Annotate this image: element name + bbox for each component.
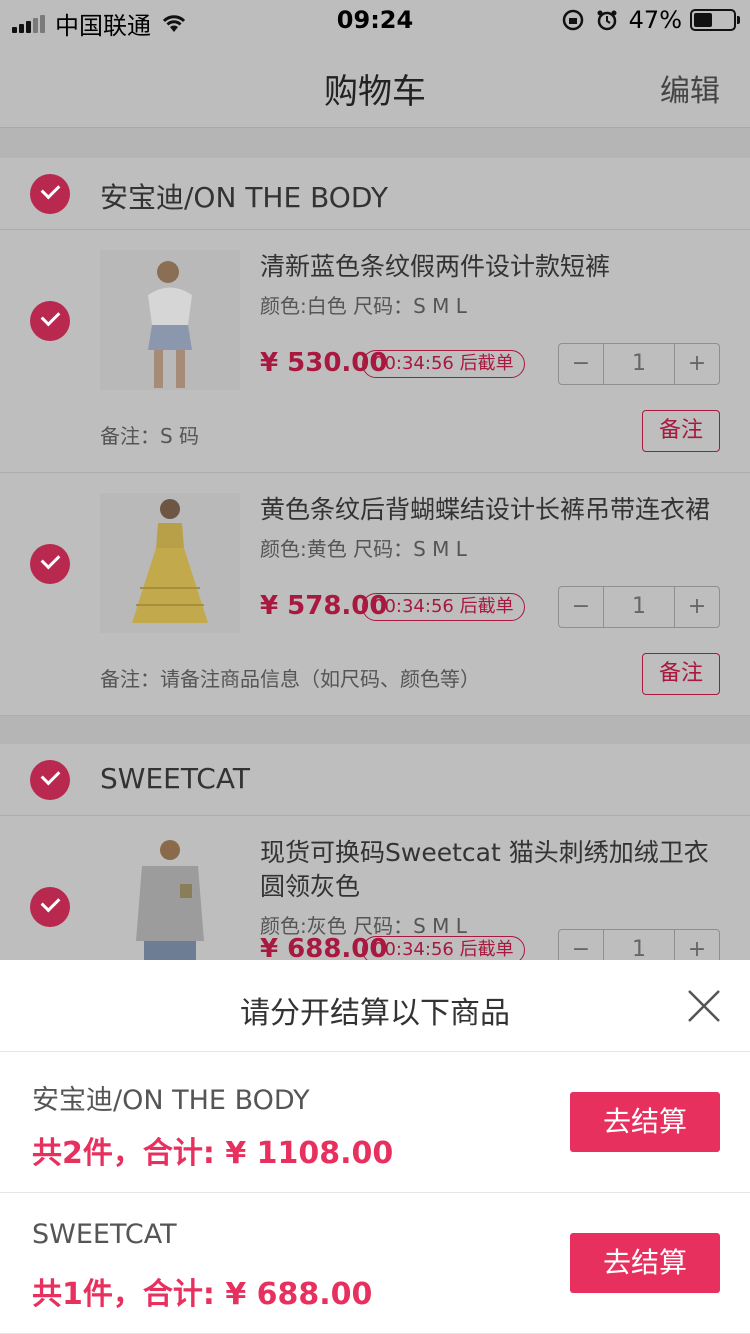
checkout-button[interactable]: 去结算: [570, 1092, 720, 1152]
product-title[interactable]: 黄色条纹后背蝴蝶结设计长裤吊带连衣裙: [260, 493, 720, 527]
quantity-stepper: − 1 +: [558, 586, 720, 628]
increase-button[interactable]: +: [675, 344, 719, 384]
checkout-row: SWEETCAT 共1件，合计: ¥ 688.00 去结算: [0, 1193, 750, 1334]
orientation-lock-icon: [562, 9, 583, 31]
page-title: 购物车: [324, 72, 426, 112]
note-button[interactable]: 备注: [642, 410, 720, 452]
shop-name: SWEETCAT: [100, 762, 250, 795]
quantity-value[interactable]: 1: [603, 344, 675, 384]
quantity-value[interactable]: 1: [603, 587, 675, 627]
product-attributes: 颜色:白色 尺码：S M L: [260, 294, 467, 318]
deadline-badge: 00:34:56 后截单: [362, 593, 525, 621]
sheet-title: 请分开结算以下商品: [240, 996, 510, 1031]
edit-button[interactable]: 编辑: [660, 66, 720, 110]
product-title[interactable]: 清新蓝色条纹假两件设计款短裤: [260, 250, 720, 284]
close-icon[interactable]: [686, 988, 722, 1024]
shop-header: SWEETCAT: [0, 744, 750, 816]
product-image[interactable]: [100, 493, 240, 633]
shop-select-checkbox[interactable]: [30, 760, 70, 800]
product-title[interactable]: 现货可换码Sweetcat 猫头刺绣加绒卫衣圆领灰色: [260, 836, 720, 904]
sheet-header: 请分开结算以下商品: [0, 960, 750, 1052]
item-note: 备注：S 码: [100, 424, 200, 448]
cart-item: 黄色条纹后背蝴蝶结设计长裤吊带连衣裙 颜色:黄色 尺码：S M L ¥ 578.…: [0, 473, 750, 716]
item-select-checkbox[interactable]: [30, 887, 70, 927]
increase-button[interactable]: +: [675, 587, 719, 627]
checkout-total: 共2件，合计: ¥ 1108.00: [32, 1136, 394, 1171]
item-note: 备注：请备注商品信息（如尺码、颜色等）: [100, 667, 480, 691]
deadline-badge: 00:34:56 后截单: [362, 350, 525, 378]
checkout-shop-name: SWEETCAT: [32, 1219, 177, 1250]
battery-icon: [690, 9, 740, 31]
checkout-row: 安宝迪/ON THE BODY 共2件，合计: ¥ 1108.00 去结算: [0, 1052, 750, 1193]
shop-section: 安宝迪/ON THE BODY 清新蓝色条纹假两件设计款短裤 颜色:白色 尺码：…: [0, 158, 750, 746]
shop-select-checkbox[interactable]: [30, 174, 70, 214]
item-select-checkbox[interactable]: [30, 544, 70, 584]
status-bar: 中国联通 09:24 47%: [0, 0, 750, 40]
section-gap: [0, 128, 750, 158]
note-button[interactable]: 备注: [642, 653, 720, 695]
quantity-stepper: − 1 +: [558, 343, 720, 385]
checkout-sheet: 请分开结算以下商品 安宝迪/ON THE BODY 共2件，合计: ¥ 1108…: [0, 960, 750, 1334]
shop-header: 安宝迪/ON THE BODY: [0, 158, 750, 230]
checkout-shop-name: 安宝迪/ON THE BODY: [32, 1085, 310, 1116]
product-image[interactable]: [100, 836, 240, 976]
item-select-checkbox[interactable]: [30, 301, 70, 341]
product-image[interactable]: [100, 250, 240, 390]
decrease-button[interactable]: −: [559, 344, 603, 384]
shop-name: 安宝迪/ON THE BODY: [100, 181, 388, 214]
section-gap: [0, 716, 750, 746]
product-attributes: 颜色:黄色 尺码：S M L: [260, 537, 467, 561]
cart-item: 清新蓝色条纹假两件设计款短裤 颜色:白色 尺码：S M L ¥ 530.00 0…: [0, 230, 750, 473]
cart-list: 安宝迪/ON THE BODY 清新蓝色条纹假两件设计款短裤 颜色:白色 尺码：…: [0, 128, 750, 1059]
battery-percent: 47%: [628, 6, 682, 34]
alarm-icon: [597, 10, 617, 31]
checkout-button[interactable]: 去结算: [570, 1233, 720, 1293]
decrease-button[interactable]: −: [559, 587, 603, 627]
nav-bar: 购物车 编辑: [0, 40, 750, 128]
checkout-total: 共1件，合计: ¥ 688.00: [32, 1277, 373, 1312]
